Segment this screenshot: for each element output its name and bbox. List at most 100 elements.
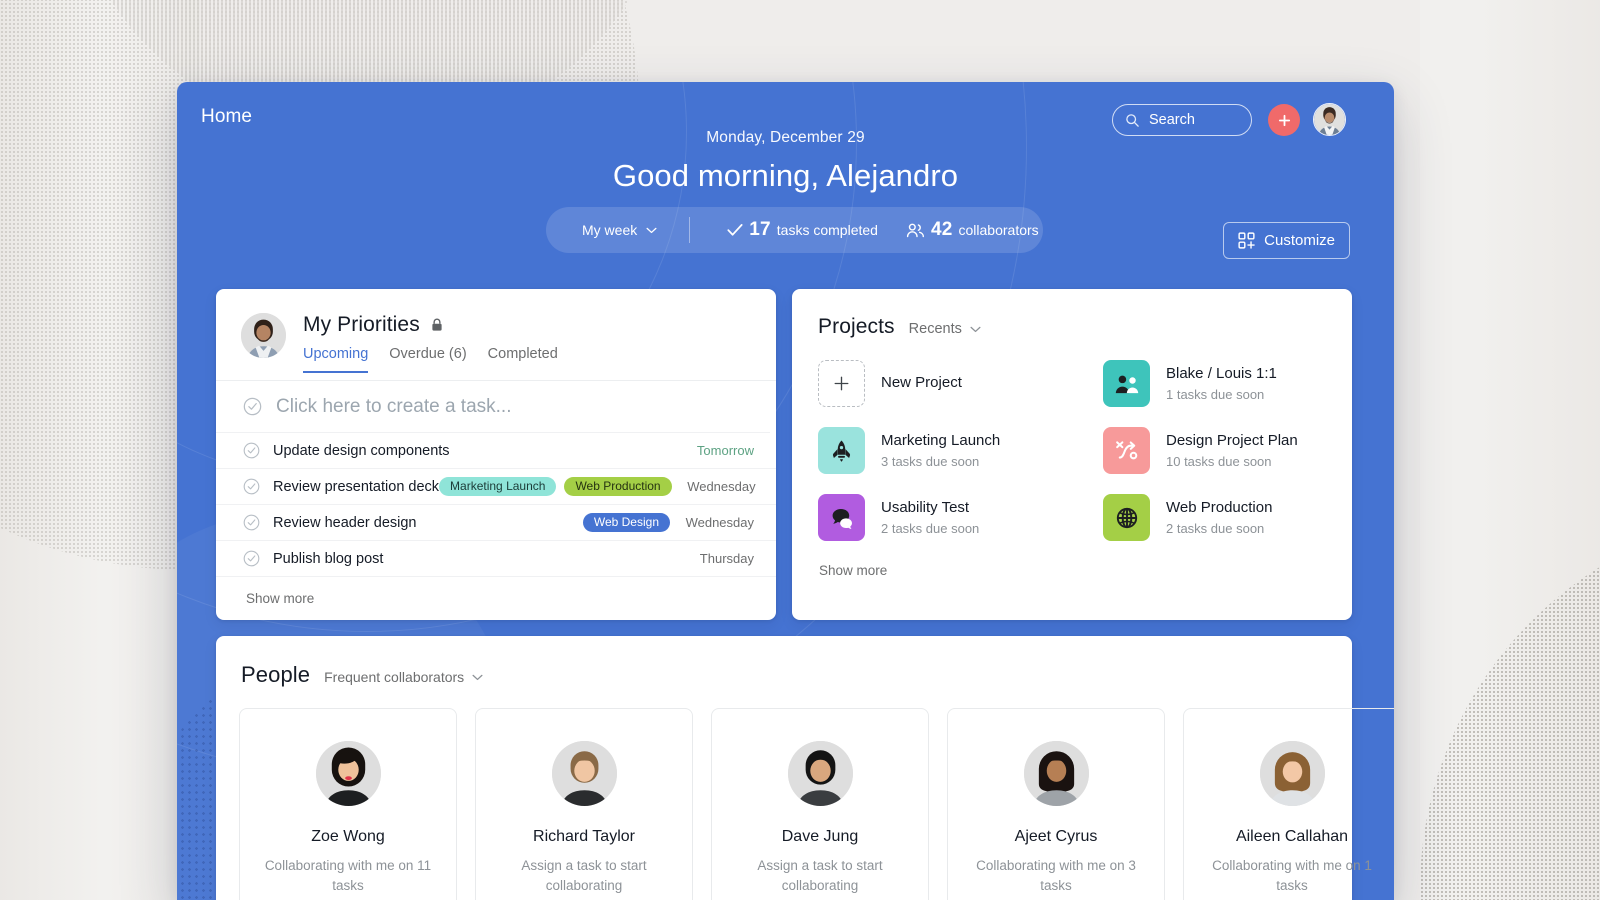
project-icon-tile	[1103, 494, 1150, 541]
plus-icon	[1278, 114, 1290, 126]
new-project-tile	[818, 360, 865, 407]
check-icon	[727, 223, 743, 237]
project-icon-tile	[1103, 360, 1150, 407]
task-due-date[interactable]: Thursday	[682, 551, 754, 566]
person-name: Ajeet Cyrus	[1014, 828, 1098, 845]
task-complete-checkbox[interactable]	[243, 514, 260, 531]
task-name: Update design components	[273, 442, 450, 459]
person-note: Collaborating with me on 11 tasks	[264, 858, 432, 893]
project-name: Blake / Louis 1:1	[1166, 365, 1277, 383]
person-note: Collaborating with me on 3 tasks	[976, 858, 1136, 893]
people-strip: Zoe Wong Collaborating with me on 11 task…	[216, 688, 1394, 900]
tasks-completed-count: 17	[749, 219, 771, 240]
greeting-title: Good morning, Alejandro	[612, 158, 959, 193]
people-pair-icon	[1115, 375, 1138, 393]
task-due-date[interactable]: Tomorrow	[682, 443, 754, 458]
customize-label: Customize	[1264, 232, 1335, 249]
person-avatar	[1023, 741, 1089, 806]
home-link[interactable]: Home	[201, 106, 252, 128]
collaborators-label: collaborators	[958, 222, 1039, 238]
person-name: Zoe Wong	[311, 828, 385, 845]
projects-scope-dropdown[interactable]: Recents	[909, 321, 981, 337]
people-scope-label: Frequent collaborators	[324, 669, 465, 685]
task-name: Review presentation deck	[273, 478, 440, 495]
people-header: People Frequent collaborators	[216, 636, 1352, 688]
project-name: Usability Test	[881, 499, 970, 517]
projects-show-more[interactable]: Show more	[792, 541, 1352, 578]
person-card[interactable]: Dave Jung Assign a task to start collabor…	[711, 708, 929, 900]
chevron-down-icon	[472, 674, 483, 680]
my-priorities-avatar[interactable]	[241, 313, 286, 358]
task-complete-checkbox[interactable]	[243, 442, 260, 459]
project-subtitle: 2 tasks due soon	[881, 520, 980, 536]
project-item[interactable]: Usability Test 2 tasks due soon	[818, 494, 1103, 541]
chevron-down-icon	[970, 326, 981, 332]
task-tag[interactable]: Marketing Launch	[439, 477, 557, 496]
tab-overdue[interactable]: Overdue (6)	[389, 346, 466, 373]
task-name: Publish blog post	[273, 550, 384, 567]
stats-scope-dropdown[interactable]: My week	[546, 222, 657, 238]
my-priorities-card: My Priorities Upcoming Overdue (6) Compl…	[216, 289, 776, 620]
customize-button[interactable]: Customize	[1223, 222, 1350, 259]
task-complete-checkbox[interactable]	[243, 550, 260, 567]
projects-grid: New Project Blake / Louis 1:1 1 tasks du…	[792, 339, 1352, 541]
project-icon-tile	[818, 494, 865, 541]
person-avatar	[551, 741, 617, 806]
project-icon-tile	[1103, 427, 1150, 474]
stats-pill: My week 17 tasks completed 42 collaborat…	[546, 207, 1043, 253]
project-item[interactable]: Marketing Launch 3 tasks due soon	[818, 427, 1103, 474]
task-tag-list: Marketing Launch Web Production	[439, 477, 672, 496]
projects-scope-label: Recents	[908, 321, 962, 337]
create-task-placeholder: Click here to create a task...	[276, 395, 512, 417]
task-row[interactable]: Review presentation deck Marketing Launch…	[216, 469, 776, 505]
person-card[interactable]: Richard Taylor Assign a task to start col…	[475, 708, 693, 900]
new-project-item[interactable]: New Project	[818, 360, 1103, 407]
person-name: Aileen Callahan	[1235, 828, 1349, 845]
person-card[interactable]: Aileen Callahan Collaborating with me on …	[1183, 708, 1394, 900]
person-note: Collaborating with me on 1 tasks	[1212, 858, 1372, 893]
collaborators-count: 42	[930, 219, 953, 240]
plus-icon	[834, 376, 849, 391]
people-card: People Frequent collaborators Zoe Wong Co…	[216, 636, 1394, 900]
task-row[interactable]: Update design components Tomorrow	[216, 433, 776, 469]
lock-icon	[431, 318, 443, 332]
task-due-date[interactable]: Wednesday	[682, 515, 754, 530]
project-item[interactable]: Design Project Plan 10 tasks due soon	[1103, 427, 1352, 474]
customize-grid-icon	[1238, 232, 1255, 249]
people-scope-dropdown[interactable]: Frequent collaborators	[324, 669, 483, 685]
tab-upcoming[interactable]: Upcoming	[303, 346, 369, 373]
my-priorities-header: My Priorities Upcoming Overdue (6) Compl…	[216, 289, 776, 381]
my-priorities-tabs: Upcoming Overdue (6) Completed	[303, 346, 558, 373]
task-row[interactable]: Review header design Web Design Wednesday	[216, 505, 776, 541]
project-subtitle: 2 tasks due soon	[1166, 520, 1265, 536]
task-list: Update design components Tomorrow Review …	[216, 433, 776, 577]
check-circle-icon	[243, 397, 262, 416]
stat-tasks-completed: 17 tasks completed	[727, 219, 878, 241]
project-name: Web Production	[1166, 499, 1273, 517]
project-item[interactable]: Blake / Louis 1:1 1 tasks due soon	[1103, 360, 1352, 407]
person-card[interactable]: Zoe Wong Collaborating with me on 11 task…	[239, 708, 457, 900]
task-tag[interactable]: Web Production	[564, 477, 672, 496]
create-task-row[interactable]: Click here to create a task...	[216, 381, 770, 433]
chevron-down-icon	[646, 227, 657, 233]
tab-completed[interactable]: Completed	[488, 346, 558, 373]
task-tag[interactable]: Web Design	[582, 513, 670, 532]
priorities-show-more[interactable]: Show more	[216, 577, 776, 606]
project-subtitle: 3 tasks due soon	[881, 453, 980, 469]
task-due-date[interactable]: Wednesday	[684, 479, 755, 494]
person-avatar	[787, 741, 853, 806]
project-subtitle: 1 tasks due soon	[1166, 386, 1265, 402]
task-complete-checkbox[interactable]	[243, 478, 260, 495]
project-name: Marketing Launch	[881, 432, 1001, 450]
path-arrow-icon	[1115, 441, 1137, 460]
person-card[interactable]: Ajeet Cyrus Collaborating with me on 3 ta…	[947, 708, 1165, 900]
globe-icon	[1116, 507, 1137, 528]
stats-scope-label: My week	[582, 222, 638, 238]
projects-card: Projects Recents New Project Blake / Lou…	[792, 289, 1352, 620]
project-item[interactable]: Web Production 2 tasks due soon	[1103, 494, 1352, 541]
task-row[interactable]: Publish blog post Thursday	[216, 541, 776, 577]
rocket-icon	[832, 440, 851, 462]
people-title: People	[241, 662, 311, 687]
project-subtitle: 10 tasks due soon	[1166, 453, 1272, 469]
stat-collaborators: 42 collaborators	[906, 219, 1039, 241]
